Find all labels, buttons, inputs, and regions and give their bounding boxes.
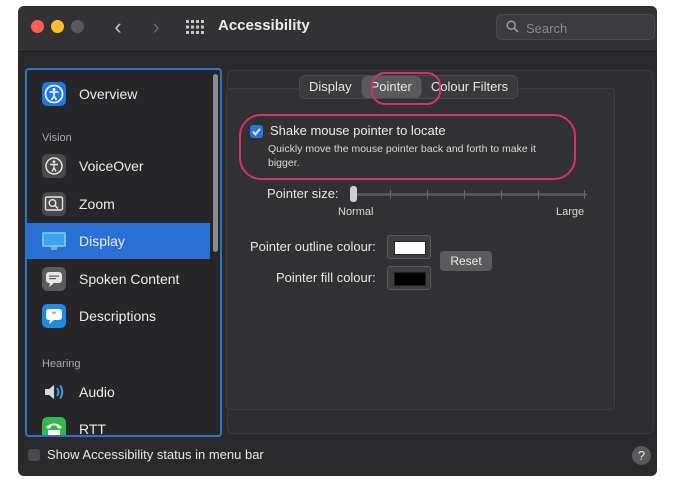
sidebar-item-label: Audio [79, 384, 115, 400]
sidebar-item-display[interactable]: Display [27, 223, 210, 259]
search-input[interactable] [524, 18, 648, 38]
slider-tick [390, 190, 391, 199]
pointer-outline-colour-well[interactable] [387, 235, 431, 259]
fill-colour-swatch [394, 272, 426, 286]
help-button[interactable]: ? [632, 446, 651, 465]
display-icon [42, 232, 66, 250]
sidebar-item-label: Descriptions [79, 308, 157, 324]
tab-pointer[interactable]: Pointer [361, 76, 421, 98]
forward-icon[interactable]: › [144, 14, 168, 40]
search-field[interactable] [496, 14, 655, 40]
section-vision: Vision [42, 132, 72, 144]
section-hearing: Hearing [42, 358, 81, 370]
svg-text:": " [52, 311, 57, 321]
show-all-grid-icon[interactable] [186, 20, 204, 34]
outline-colour-swatch [394, 241, 426, 255]
tab-display[interactable]: Display [300, 76, 361, 98]
sidebar-item-rtt[interactable]: RTT [27, 411, 210, 437]
tab-colour-filters[interactable]: Colour Filters [422, 76, 517, 98]
shake-to-locate-label[interactable]: Shake mouse pointer to locate [270, 123, 446, 138]
slider-track [350, 193, 587, 196]
sidebar-item-voiceover[interactable]: VoiceOver [27, 148, 210, 184]
tab-bar: Display Pointer Colour Filters [299, 75, 519, 99]
sidebar-item-spoken-content[interactable]: Spoken Content [27, 261, 210, 297]
pointer-fill-colour-label: Pointer fill colour: [276, 270, 376, 285]
sidebar-item-label: VoiceOver [79, 158, 144, 174]
title-bar: ‹ › Accessibility [18, 6, 657, 52]
slider-tick [538, 190, 539, 199]
descriptions-icon: " [42, 304, 66, 328]
speech-bubble-icon [42, 267, 66, 291]
slider-tick [501, 190, 502, 199]
slider-tick [427, 190, 428, 199]
rtt-icon [42, 417, 66, 435]
sidebar-item-label: Spoken Content [79, 271, 180, 287]
sidebar-item-overview[interactable]: Overview [27, 76, 210, 112]
pointer-size-slider[interactable] [350, 186, 587, 202]
shake-to-locate-description: Quickly move the mouse pointer back and … [268, 143, 536, 169]
slider-min-label: Normal [338, 206, 374, 218]
sidebar-item-label: Overview [79, 86, 138, 102]
accessibility-icon [42, 82, 66, 106]
back-icon[interactable]: ‹ [106, 14, 130, 40]
sidebar-item-label: RTT [79, 421, 106, 437]
speaker-icon [45, 384, 64, 400]
slider-tick [464, 190, 465, 199]
checkmark-icon [252, 128, 261, 136]
reset-button[interactable]: Reset [440, 251, 492, 271]
sidebar-item-audio[interactable]: Audio [27, 374, 210, 410]
pointer-size-label: Pointer size: [267, 186, 339, 201]
sidebar-item-zoom[interactable]: Zoom [27, 186, 210, 222]
zoom-window-button[interactable] [71, 20, 84, 33]
show-status-in-menu-bar-checkbox[interactable] [28, 449, 40, 461]
search-icon [506, 20, 519, 33]
pointer-fill-colour-well[interactable] [387, 266, 431, 290]
shake-to-locate-checkbox[interactable] [250, 125, 263, 138]
close-window-button[interactable] [31, 20, 44, 33]
slider-thumb[interactable] [350, 186, 357, 202]
sidebar[interactable]: Overview Vision VoiceOver Zoom Display S… [25, 68, 222, 437]
pointer-outline-colour-label: Pointer outline colour: [250, 239, 376, 254]
zoom-icon [42, 192, 66, 216]
sidebar-item-label: Display [79, 233, 125, 249]
voiceover-icon [42, 154, 66, 178]
slider-tick [584, 190, 585, 199]
sidebar-item-descriptions[interactable]: " Descriptions [27, 298, 210, 334]
sidebar-scrollbar[interactable] [213, 74, 218, 252]
sidebar-item-label: Zoom [79, 196, 115, 212]
window-title: Accessibility [218, 17, 310, 34]
minimize-window-button[interactable] [51, 20, 64, 33]
slider-max-label: Large [556, 206, 585, 218]
